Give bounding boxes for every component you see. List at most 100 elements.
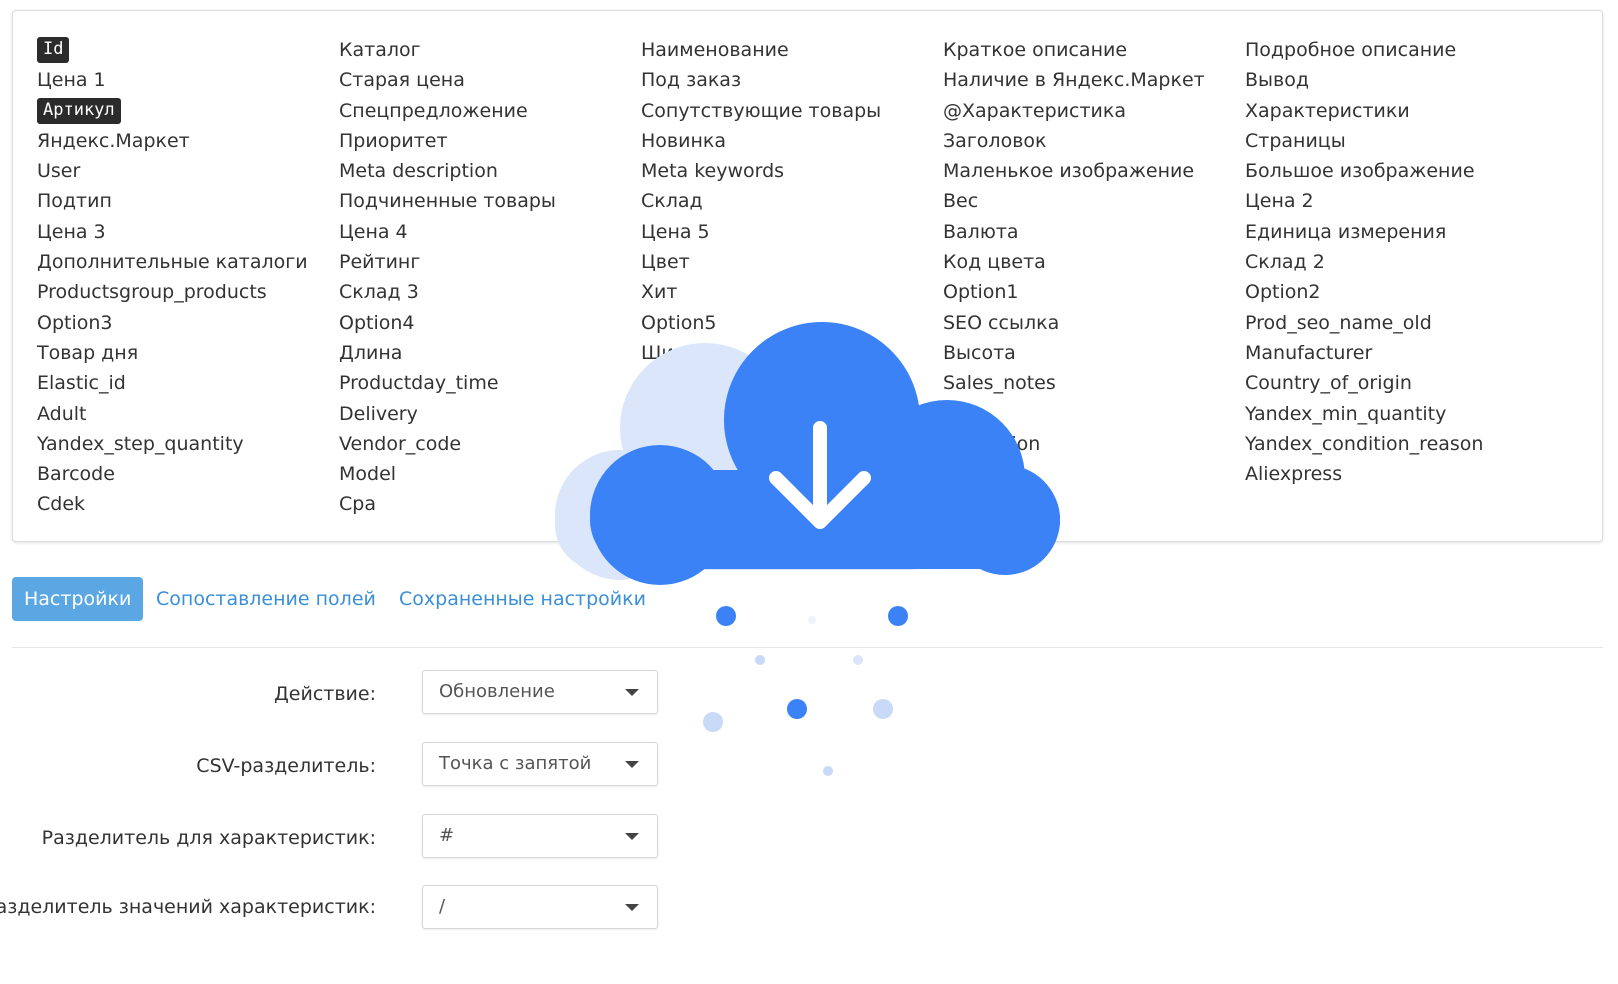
- field-item[interactable]: Цена 2: [1245, 186, 1547, 216]
- field-item[interactable]: Delivery: [339, 399, 641, 429]
- field-item[interactable]: Вес: [943, 186, 1245, 216]
- field-item[interactable]: Option5: [641, 308, 943, 338]
- field-item[interactable]: Aliexpress: [1245, 459, 1547, 489]
- field-item[interactable]: Артикул: [37, 97, 121, 124]
- char-separator-select[interactable]: #: [422, 814, 658, 858]
- field-item[interactable]: Подтип: [37, 186, 339, 216]
- field-item[interactable]: Валюта: [943, 217, 1245, 247]
- field-item[interactable]: Meta description: [339, 156, 641, 186]
- field-item[interactable]: Elastic_id: [37, 368, 339, 398]
- field-item[interactable]: Под заказ: [641, 65, 943, 95]
- field-item[interactable]: Краткое описание: [943, 35, 1245, 65]
- field-item[interactable]: Склад 3: [339, 277, 641, 307]
- field-item[interactable]: Склад 2: [1245, 247, 1547, 277]
- field-item[interactable]: Prod_seo_name_old: [1245, 308, 1547, 338]
- field-item[interactable]: Option2: [1245, 277, 1547, 307]
- field-item[interactable]: Страницы: [1245, 126, 1547, 156]
- csv-separator-label: CSV-разделитель:: [196, 755, 376, 777]
- field-item[interactable]: [641, 459, 943, 489]
- field-item[interactable]: Цена 4: [339, 217, 641, 247]
- field-item[interactable]: Каталог: [339, 35, 641, 65]
- field-item[interactable]: Длина: [339, 338, 641, 368]
- field-item[interactable]: _condition: [943, 429, 1245, 459]
- field-item[interactable]: Подчиненные товары: [339, 186, 641, 216]
- field-item[interactable]: SEO ссылка: [943, 308, 1245, 338]
- csv-separator-select[interactable]: Точка с запятой: [422, 742, 658, 786]
- field-item[interactable]: Спецпредложение: [339, 96, 641, 126]
- field-item[interactable]: Model: [339, 459, 641, 489]
- settings-tabs: Настройки Сопоставление полей Сохраненны…: [12, 577, 1603, 648]
- field-item[interactable]: Яндекс.Маркет: [37, 126, 339, 156]
- field-item[interactable]: Country_of_origin: [1245, 368, 1547, 398]
- chevron-down-icon: [625, 904, 639, 911]
- char-separator-value: #: [439, 825, 455, 846]
- field-item[interactable]: Цена 5: [641, 217, 943, 247]
- field-item[interactable]: Заголовок: [943, 126, 1245, 156]
- field-item[interactable]: Рейтинг: [339, 247, 641, 277]
- field-item[interactable]: Pic: [641, 399, 943, 429]
- field-item[interactable]: Склад: [641, 186, 943, 216]
- field-item[interactable]: Дополнительные каталоги: [37, 247, 339, 277]
- field-item[interactable]: Yandex_step_quantity: [37, 429, 339, 459]
- chevron-down-icon: [625, 689, 639, 696]
- field-item[interactable]: Option1: [943, 277, 1245, 307]
- field-item[interactable]: Manufacturer: [1245, 338, 1547, 368]
- field-item[interactable]: Единица измерения: [1245, 217, 1547, 247]
- csv-separator-value: Точка с запятой: [439, 753, 592, 774]
- field-item[interactable]: Маленькое изображение: [943, 156, 1245, 186]
- field-item[interactable]: Vendor_code: [339, 429, 641, 459]
- field-item[interactable]: Цена 3: [37, 217, 339, 247]
- field-item[interactable]: Сопутствующие товары: [641, 96, 943, 126]
- field-item[interactable]: Хит: [641, 277, 943, 307]
- field-item[interactable]: e: [943, 399, 1245, 429]
- action-select-value: Обновление: [439, 681, 555, 702]
- field-item[interactable]: Barcode: [37, 459, 339, 489]
- field-item[interactable]: Option3: [37, 308, 339, 338]
- tab-settings[interactable]: Настройки: [12, 577, 144, 621]
- field-item[interactable]: rchant: [943, 459, 1245, 489]
- field-item[interactable]: Yandex_condition_reason: [1245, 429, 1547, 459]
- value-separator-select[interactable]: /: [422, 885, 658, 929]
- field-item[interactable]: @Характеристика: [943, 96, 1245, 126]
- action-label: Действие:: [273, 683, 376, 705]
- field-item[interactable]: [641, 489, 943, 519]
- field-item[interactable]: Ширина: [641, 338, 943, 368]
- value-separator-label: Разделитель значений характеристик:: [0, 896, 376, 918]
- field-item[interactable]: Manufact: [641, 368, 943, 398]
- field-item[interactable]: Подробное описание: [1245, 35, 1547, 65]
- field-item[interactable]: [1245, 489, 1547, 519]
- field-item[interactable]: Характеристики: [1245, 96, 1547, 126]
- field-item[interactable]: Option4: [339, 308, 641, 338]
- char-separator-label: Разделитель для характеристик:: [41, 827, 376, 849]
- chevron-down-icon: [625, 761, 639, 768]
- action-select[interactable]: Обновление: [422, 670, 658, 714]
- field-item[interactable]: Старая цена: [339, 65, 641, 95]
- field-item[interactable]: Большое изображение: [1245, 156, 1547, 186]
- field-item[interactable]: [943, 489, 1245, 519]
- field-item[interactable]: Наличие в Яндекс.Маркет: [943, 65, 1245, 95]
- field-item[interactable]: Meta keywords: [641, 156, 943, 186]
- field-item[interactable]: Cdek: [37, 489, 339, 519]
- field-item[interactable]: Товар дня: [37, 338, 339, 368]
- field-item[interactable]: V: [641, 429, 943, 459]
- field-item[interactable]: Новинка: [641, 126, 943, 156]
- tab-saved-settings[interactable]: Сохраненные настройки: [399, 577, 646, 621]
- field-item[interactable]: User: [37, 156, 339, 186]
- field-item[interactable]: Yandex_min_quantity: [1245, 399, 1547, 429]
- field-item[interactable]: Id: [37, 37, 70, 63]
- field-item[interactable]: Adult: [37, 399, 339, 429]
- field-item[interactable]: Приоритет: [339, 126, 641, 156]
- field-item[interactable]: Productsgroup_products: [37, 277, 339, 307]
- field-item[interactable]: Цена 1: [37, 65, 339, 95]
- field-item[interactable]: Наименование: [641, 35, 943, 65]
- field-item[interactable]: Высота: [943, 338, 1245, 368]
- field-item[interactable]: Sales_notes: [943, 368, 1245, 398]
- import-fields-panel: Id Каталог Наименование Краткое описание Под…: [12, 10, 1603, 542]
- field-item[interactable]: Вывод: [1245, 65, 1547, 95]
- tab-field-mapping[interactable]: Сопоставление полей: [156, 577, 376, 621]
- field-item[interactable]: Цвет: [641, 247, 943, 277]
- field-item[interactable]: Cpa: [339, 489, 641, 519]
- field-item[interactable]: Productday_time: [339, 368, 641, 398]
- fields-grid: Id Каталог Наименование Краткое описание Под…: [37, 35, 1547, 520]
- field-item[interactable]: Код цвета: [943, 247, 1245, 277]
